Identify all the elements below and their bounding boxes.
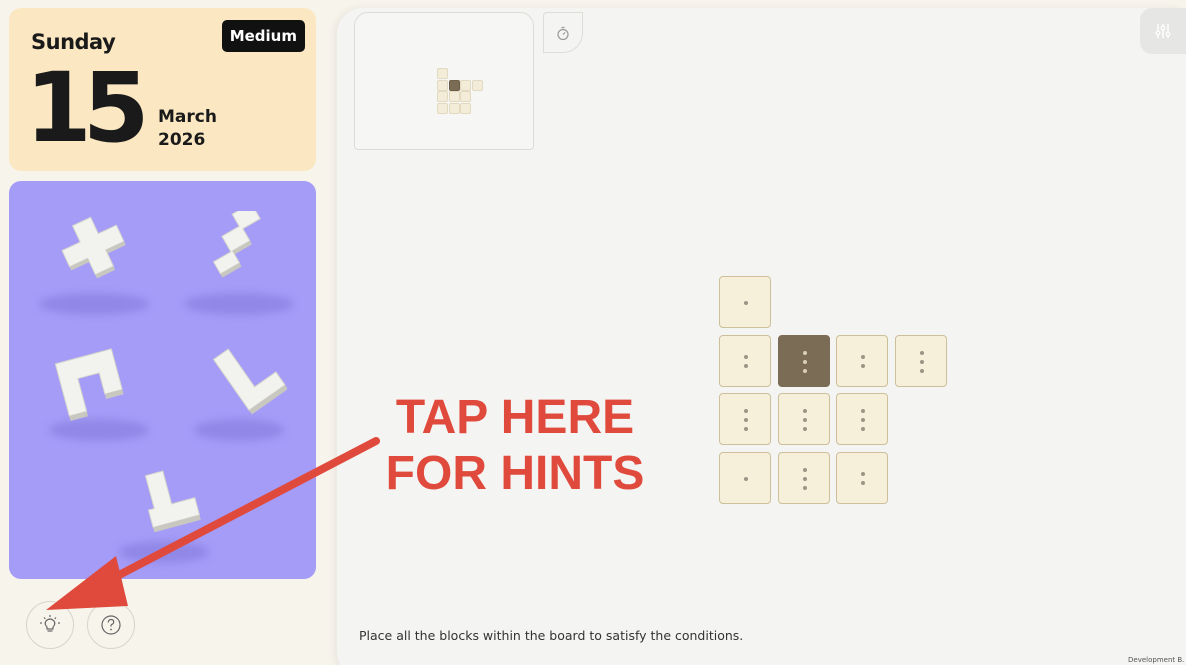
cell-dot [802,350,807,355]
settings-button[interactable] [1140,8,1186,54]
board-cell[interactable] [719,334,771,387]
board-cell[interactable] [836,334,888,387]
cell-dot [861,364,865,368]
board-cell[interactable] [777,334,830,387]
preview-cell [437,91,448,102]
board-cell[interactable] [836,451,888,504]
cell-dot [919,350,924,355]
cell-dot [919,368,924,373]
board-cell[interactable] [777,393,830,445]
preview-cell [448,102,460,114]
cell-dot [861,481,865,485]
cell-dot [861,427,865,431]
preview-cell [471,79,483,91]
cell-dot [744,476,748,481]
annotation-label: TAP HERE FOR HINTS [377,390,653,502]
pieces-tray [9,181,316,579]
board-cell[interactable] [719,276,771,328]
cell-dot [861,409,865,413]
c-piece[interactable] [47,341,137,421]
preview-cell [437,79,448,91]
day-name: Sunday [31,30,116,54]
cell-dot [802,368,807,373]
date-card: Sunday Medium 15 March 2026 [9,8,316,171]
cell-dot [802,476,807,481]
cell-dot [802,409,807,413]
corner-piece[interactable] [127,467,207,537]
stopwatch-icon [557,26,569,40]
board-cell[interactable] [894,334,947,387]
dev-badge: Development B. [1128,656,1185,664]
year: 2026 [158,130,206,150]
timer-button[interactable] [543,12,583,53]
cell-dot [802,427,807,431]
cell-dot [802,418,807,422]
preview-cell [460,79,471,91]
l-piece[interactable] [197,341,287,421]
cell-dot [744,364,748,368]
board-cell[interactable] [777,451,830,504]
cell-dot [861,355,865,359]
preview-cell [437,102,448,114]
cell-dot [744,418,748,422]
cell-dot [861,472,865,476]
cell-dot [802,359,807,364]
preview-cell [448,91,460,102]
date-number: 15 [25,52,150,164]
question-mark-icon [101,615,121,635]
help-button[interactable] [87,601,135,649]
sliders-icon [1155,24,1171,38]
s-piece[interactable] [199,211,279,281]
preview-cell [460,102,471,114]
annotation-line-2: FOR HINTS [385,447,645,500]
cell-dot [744,301,748,305]
board-cell[interactable] [719,451,771,504]
preview-cell [460,91,471,102]
hint-button[interactable] [26,601,74,649]
plus-piece[interactable] [53,211,133,281]
instruction-text: Place all the blocks within the board to… [359,628,744,643]
board-cell[interactable] [719,393,771,445]
cell-dot [744,427,748,431]
difficulty-badge: Medium [221,20,305,52]
cell-dot [802,467,807,472]
cell-dot [744,355,748,359]
board-preview[interactable] [354,12,534,150]
month-name: March [158,107,217,127]
board-cell[interactable] [836,393,888,445]
cell-dot [919,359,924,364]
cell-dot [744,409,748,413]
annotation-line-1: TAP HERE [395,391,635,444]
cell-dot [861,418,865,422]
lightbulb-icon [40,615,60,632]
preview-cell [448,79,460,91]
preview-cell [437,68,448,79]
cell-dot [802,485,807,490]
